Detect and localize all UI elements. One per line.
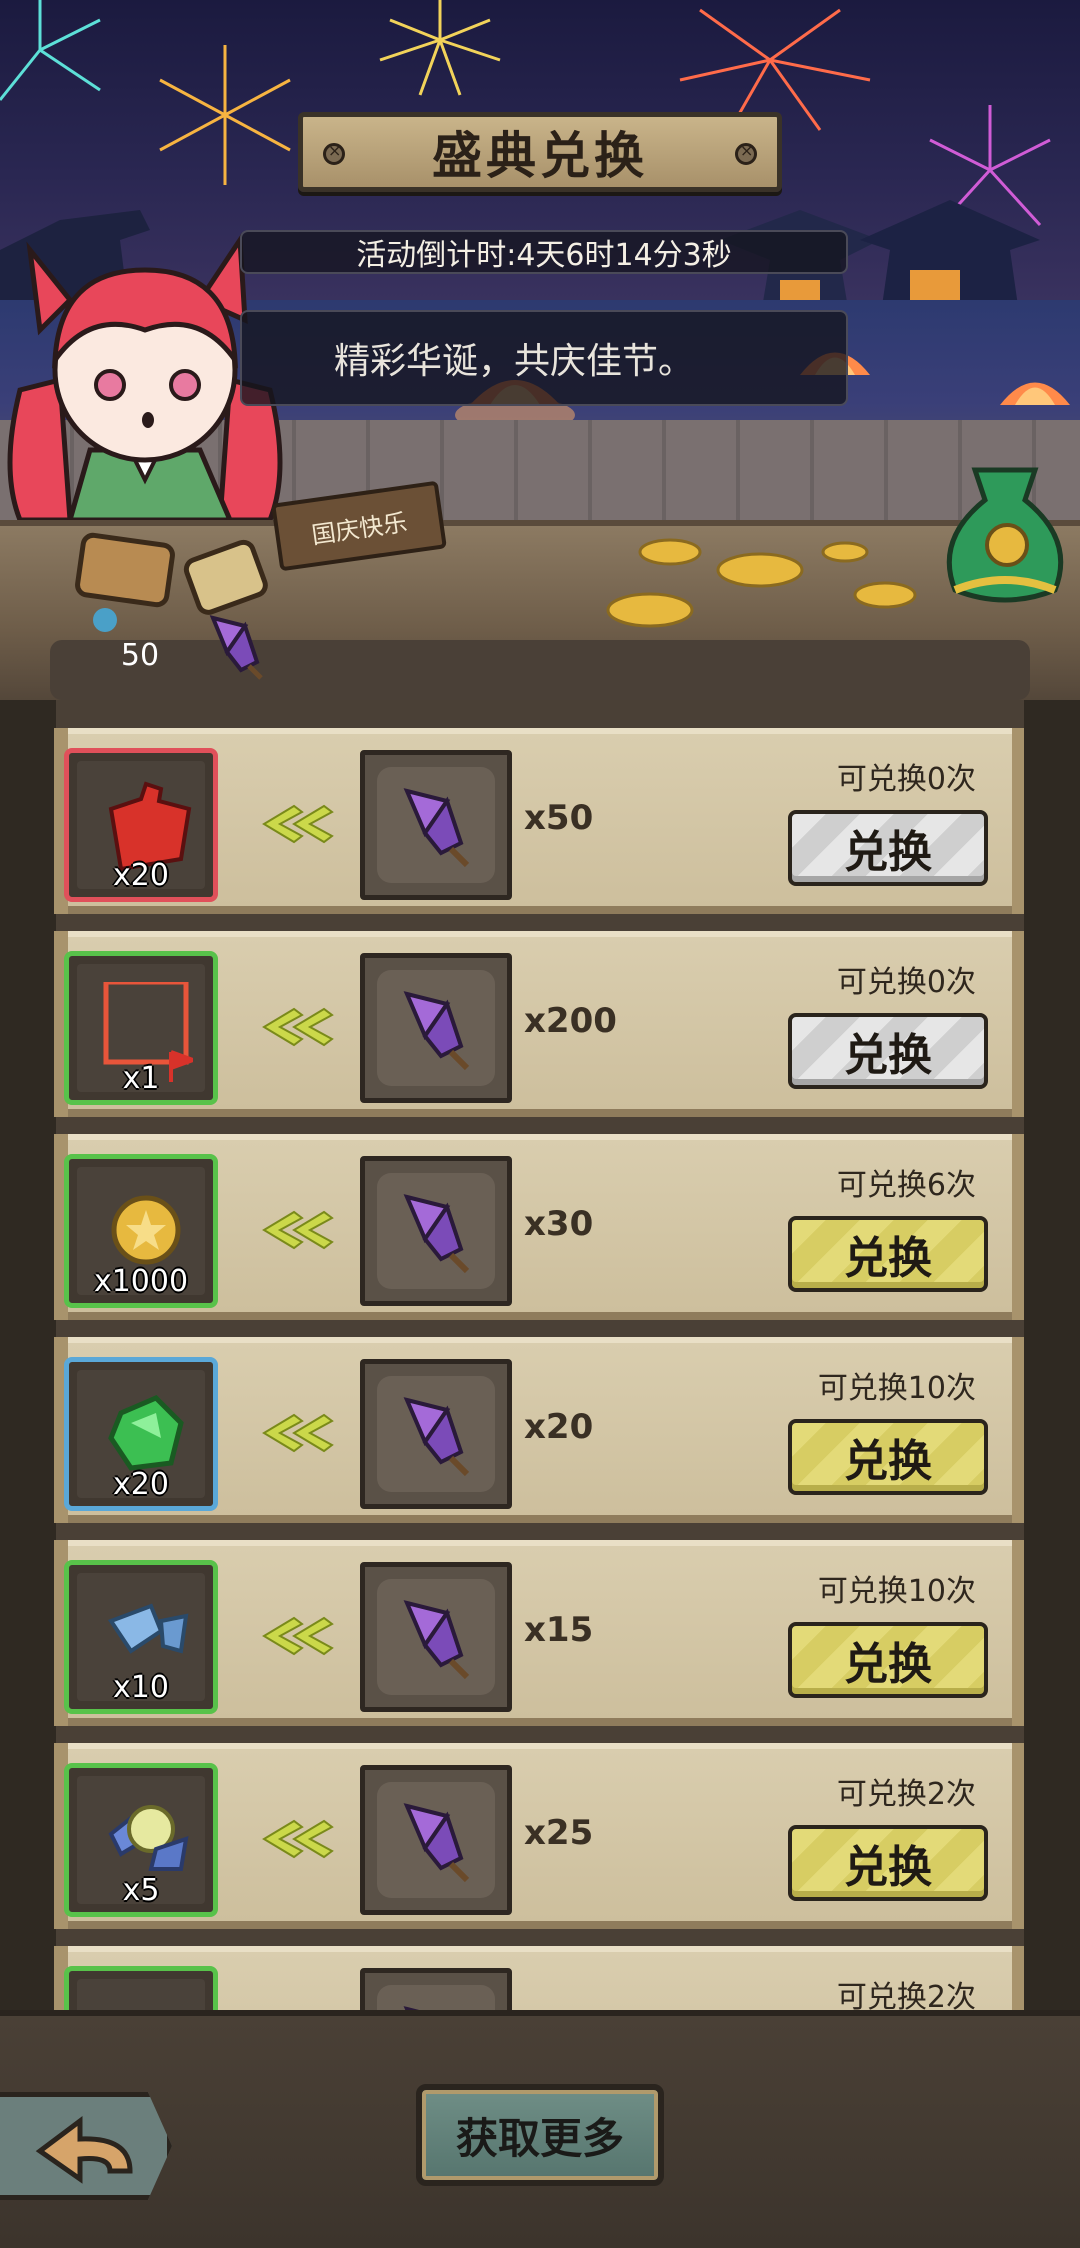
exchange-button[interactable]: 兑换 — [788, 1622, 988, 1698]
firework-rocket-icon — [403, 1803, 470, 1883]
exchange-limit: 可兑换10次 — [817, 1371, 976, 1406]
exchange-button[interactable]: 兑换 — [788, 1825, 988, 1901]
firework-decoration — [0, 0, 101, 101]
firework-decoration — [159, 45, 291, 185]
firework-rocket-icon — [403, 788, 470, 868]
exchange-limit: 可兑换6次 — [836, 1168, 976, 1203]
event-countdown: 活动倒计时:4天6时14分3秒 — [240, 230, 848, 274]
exchange-limit: 可兑换10次 — [817, 1574, 976, 1609]
exchange-row: x1 x200 可兑换0次 兑换 — [54, 931, 1026, 1117]
cost-quantity: x30 — [524, 1204, 594, 1244]
reward-item-slot[interactable]: x1000 — [64, 1154, 218, 1308]
exchange-arrow-icon — [262, 1007, 334, 1047]
exchange-list[interactable]: x20 x50 可兑换0次 兑换 x1 x200 可兑换0次 兑换 x1000 … — [0, 700, 1080, 2010]
exchange-button[interactable]: 兑换 — [788, 1013, 988, 1089]
cost-item-slot[interactable] — [360, 1562, 512, 1712]
firework-decoration — [379, 0, 501, 96]
firework-rocket-icon — [403, 991, 470, 1071]
event-header-scene: 盛典兑换 活动倒计时:4天6时14分3秒 精彩华诞，共庆佳节。 国庆快乐 50 — [0, 0, 1080, 700]
reward-item-slot[interactable] — [64, 1966, 218, 2010]
firework-rocket-icon — [209, 615, 263, 680]
cost-item-slot[interactable] — [360, 1359, 512, 1509]
back-button[interactable] — [0, 2092, 172, 2200]
cost-item-slot[interactable] — [360, 1968, 512, 2010]
exchange-button[interactable]: 兑换 — [788, 1419, 988, 1495]
currency-amount: 50 — [120, 638, 160, 673]
reward-quantity: x20 — [113, 1467, 169, 1502]
exchange-row: x10 x15 可兑换10次 兑换 — [54, 1540, 1026, 1726]
exchange-button[interactable]: 兑换 — [788, 1216, 988, 1292]
cost-item-slot[interactable] — [360, 750, 512, 900]
reward-item-slot[interactable]: x10 — [64, 1560, 218, 1714]
reward-item-slot[interactable]: x1 — [64, 951, 218, 1105]
partial-item-icon — [101, 1997, 193, 2010]
reward-quantity: x1 — [122, 1061, 160, 1096]
reward-quantity: x5 — [122, 1873, 160, 1908]
cost-quantity: x20 — [524, 1407, 594, 1447]
lotus-lantern-decoration — [1000, 382, 1070, 405]
reward-item-slot[interactable]: x20 — [64, 1357, 218, 1511]
firework-rocket-icon — [403, 1600, 470, 1680]
exchange-limit: 可兑换0次 — [836, 965, 976, 1000]
reward-item-slot[interactable]: x5 — [64, 1763, 218, 1917]
exchange-row: x20 x20 可兑换10次 兑换 — [54, 1337, 1026, 1523]
gold-coins-decoration — [606, 538, 917, 628]
event-slogan: 精彩华诞，共庆佳节。 — [240, 310, 848, 406]
firework-rocket-icon — [403, 2006, 420, 2010]
cost-quantity: x25 — [524, 1813, 594, 1853]
money-bag-icon — [946, 467, 1064, 603]
exchange-row: x5 x25 可兑换2次 兑换 — [54, 1743, 1026, 1929]
cost-item-slot[interactable] — [360, 1765, 512, 1915]
cost-item-slot[interactable] — [360, 1156, 512, 1306]
exchange-arrow-icon — [262, 1413, 334, 1453]
cost-quantity: x50 — [524, 798, 594, 838]
cost-item-slot[interactable] — [360, 953, 512, 1103]
cost-quantity: x15 — [524, 1610, 594, 1650]
firework-rocket-icon — [403, 1397, 470, 1477]
page-title: 盛典兑换 — [432, 127, 648, 185]
exchange-limit: 可兑换2次 — [836, 1777, 976, 1812]
exchange-limit: 可兑换2次 — [836, 1980, 976, 2010]
exchange-arrow-icon — [262, 1819, 334, 1859]
exchange-button[interactable]: 兑换 — [788, 810, 988, 886]
exchange-row: 可兑换2次 — [54, 1946, 1026, 2010]
get-more-button[interactable]: 获取更多 — [416, 2084, 664, 2186]
cost-quantity: x200 — [524, 1001, 617, 1041]
exchange-row: x1000 x30 可兑换6次 兑换 — [54, 1134, 1026, 1320]
event-title-plate: 盛典兑换 — [298, 112, 782, 192]
exchange-arrow-icon — [262, 804, 334, 844]
reward-item-slot[interactable]: x20 — [64, 748, 218, 902]
exchange-row: x20 x50 可兑换0次 兑换 — [54, 728, 1026, 914]
reward-quantity: x20 — [113, 858, 169, 893]
exchange-arrow-icon — [262, 1210, 334, 1250]
reward-quantity: x1000 — [93, 1264, 189, 1299]
exchange-limit: 可兑换0次 — [836, 762, 976, 797]
reward-quantity: x10 — [113, 1670, 169, 1705]
back-arrow-icon — [35, 2116, 133, 2184]
bottom-bar: 获取更多 — [0, 2010, 1080, 2248]
exchange-arrow-icon — [262, 1616, 334, 1656]
firework-rocket-icon — [403, 1194, 470, 1274]
